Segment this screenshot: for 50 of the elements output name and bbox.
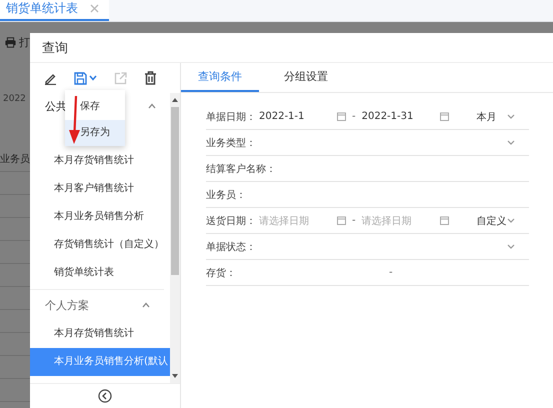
scheme-item[interactable]: 销货单统计表 (30, 259, 170, 287)
scheme-item[interactable]: 存货销售统计（自定义） (30, 231, 170, 259)
group-title: 个人方案 (45, 298, 89, 312)
scrollbar[interactable] (170, 93, 180, 383)
date-field[interactable]: 2022-1-31 (362, 111, 440, 122)
save-icon[interactable] (74, 72, 87, 84)
scroll-up-icon[interactable] (172, 98, 178, 102)
field-label: 结算客户名称： (206, 162, 276, 176)
document-tab[interactable]: 销货单统计表 (0, 0, 109, 21)
date-field[interactable]: 2022-1-1 (259, 111, 337, 122)
menu-item[interactable]: 保存 (65, 94, 125, 120)
range-separator: - (389, 267, 393, 278)
field-label: 业务类型： (206, 136, 256, 150)
period-select[interactable]: 自定义 (476, 214, 507, 228)
calendar-icon[interactable] (440, 216, 449, 225)
scheme-item[interactable]: 本月客户销售统计 (30, 175, 170, 203)
scheme-item[interactable]: 本月存货销售统计 (30, 147, 170, 175)
range-separator: - (352, 215, 356, 226)
date-text: 2022 (2, 94, 27, 104)
field-label: 存货： (206, 266, 236, 280)
field-label: 单据日期： (206, 110, 256, 124)
scheme-item[interactable]: 本月业务员销售分析 (30, 203, 170, 231)
chevron-down-icon[interactable] (507, 244, 515, 249)
period-select[interactable]: 本月 (476, 110, 507, 124)
caret-icon[interactable] (89, 75, 97, 81)
close-icon[interactable] (90, 4, 99, 13)
tab[interactable]: 分组设置 (267, 63, 345, 92)
calendar-icon[interactable] (440, 112, 449, 121)
tab[interactable]: 查询条件 (181, 63, 259, 92)
toolbar-label[interactable]: 打 (19, 34, 30, 50)
field-label: 送货日期： (206, 214, 256, 228)
chevron-down-icon[interactable] (507, 218, 515, 223)
calendar-icon[interactable] (337, 112, 346, 121)
menu-item[interactable]: 另存为 (65, 120, 125, 146)
range-separator: - (352, 111, 356, 122)
scroll-down-icon[interactable] (172, 374, 178, 378)
trash-icon[interactable] (144, 71, 157, 85)
chevron-down-icon[interactable] (507, 140, 515, 145)
field-label: 业务员： (206, 188, 246, 202)
pointer-arrow (68, 95, 82, 145)
pencil-icon[interactable] (44, 72, 57, 84)
calendar-icon[interactable] (337, 216, 346, 225)
chevron-icon[interactable] (148, 103, 156, 109)
scheme-item[interactable]: 本月存货销售统计 (30, 320, 170, 348)
dialog-title: 查询 (42, 40, 68, 56)
field-label: 单据状态： (206, 240, 256, 254)
collapse-icon[interactable] (98, 389, 112, 403)
chevron-down-icon[interactable] (507, 114, 515, 119)
printer-icon[interactable] (5, 36, 16, 48)
chevron-icon[interactable] (142, 302, 150, 308)
